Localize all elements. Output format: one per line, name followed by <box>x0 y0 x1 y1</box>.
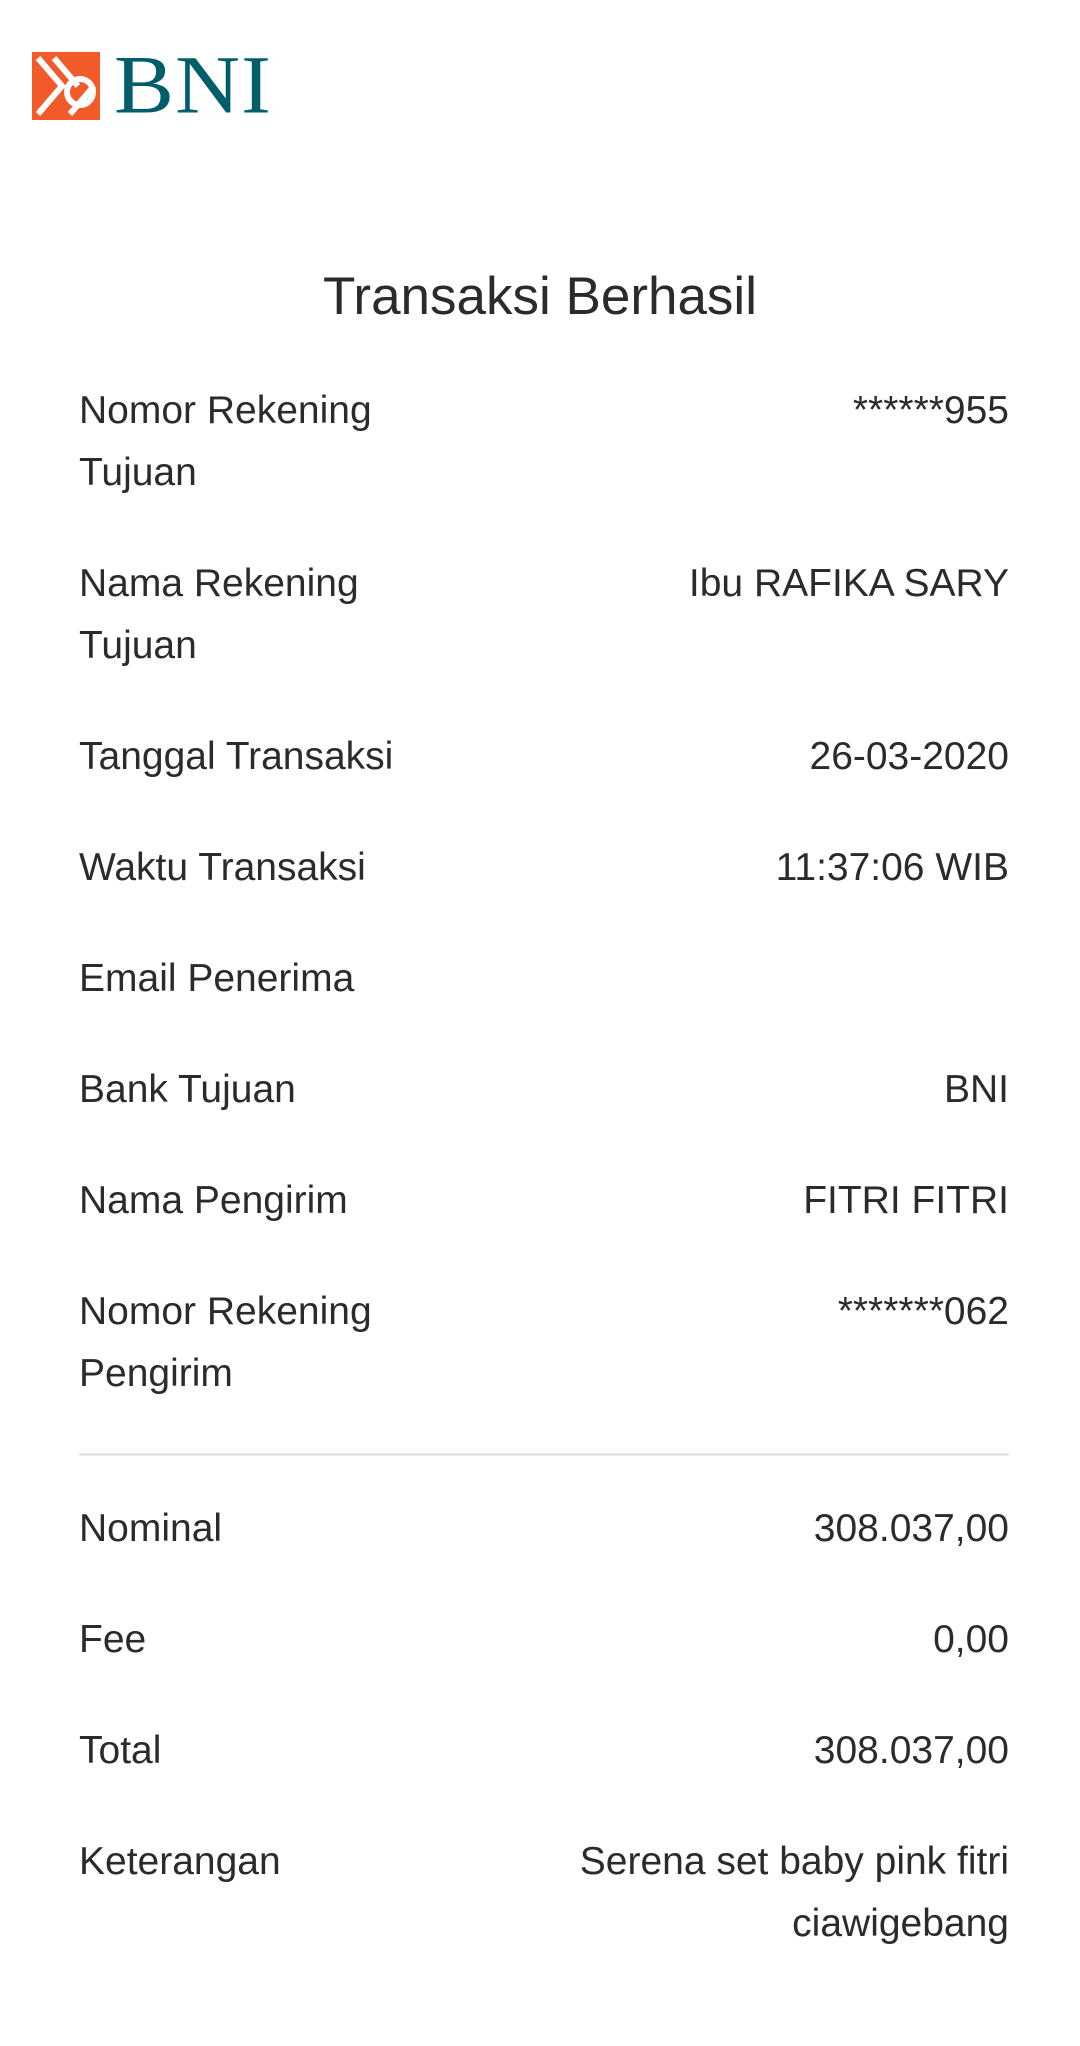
bni-logo-icon <box>32 52 100 120</box>
detail-value: ******955 <box>852 389 1009 432</box>
divider <box>79 1453 1009 1456</box>
detail-row-pengirim: Nama Pengirim FITRI FITRI <box>79 1170 1009 1281</box>
amount-value: 308.037,00 <box>813 1507 1009 1550</box>
transaction-amounts: Nominal 308.037,00 Fee 0,00 Total 308.03… <box>79 1498 1009 1955</box>
amount-value: Serena set baby pink fitri ciawigebang <box>579 1840 1009 1945</box>
detail-label: Waktu Transaksi <box>79 846 366 889</box>
detail-label: Bank Tujuan <box>79 1068 296 1111</box>
detail-row-waktu: Waktu Transaksi 11:37:06 WIB <box>79 837 1009 948</box>
detail-value: 26-03-2020 <box>809 735 1010 778</box>
detail-label: Nama Pengirim <box>79 1179 348 1222</box>
amount-label: Fee <box>79 1618 147 1661</box>
detail-label: Nama Rekening Tujuan <box>79 562 359 667</box>
transaction-details: Nomor Rekening Tujuan ******955 Nama Rek… <box>79 380 1009 1454</box>
detail-value: FITRI FITRI <box>803 1179 1009 1222</box>
header: BNI <box>32 40 272 132</box>
detail-row-nama-tujuan: Nama Rekening Tujuan Ibu RAFIKA SARY <box>79 553 1009 726</box>
amount-value: 308.037,00 <box>813 1729 1009 1772</box>
amount-row-keterangan: Keterangan Serena set baby pink fitri ci… <box>79 1831 1009 1955</box>
detail-label: Tanggal Transaksi <box>79 735 394 778</box>
detail-value: 11:37:06 WIB <box>775 846 1009 889</box>
detail-row-rekening-pengirim: Nomor Rekening Pengirim *******062 <box>79 1281 1009 1454</box>
amount-row-fee: Fee 0,00 <box>79 1609 1009 1720</box>
detail-row-rekening-tujuan: Nomor Rekening Tujuan ******955 <box>79 380 1009 553</box>
detail-value: *******062 <box>837 1290 1009 1333</box>
detail-row-bank: Bank Tujuan BNI <box>79 1059 1009 1170</box>
amount-label: Keterangan <box>79 1840 281 1883</box>
detail-label: Nomor Rekening Tujuan <box>79 389 372 494</box>
detail-row-tanggal: Tanggal Transaksi 26-03-2020 <box>79 726 1009 837</box>
brand-logo-text: BNI <box>114 40 272 132</box>
detail-row-email: Email Penerima <box>79 948 1009 1059</box>
detail-label: Nomor Rekening Pengirim <box>79 1290 372 1395</box>
amount-row-total: Total 308.037,00 <box>79 1720 1009 1831</box>
page-title: Transaksi Berhasil <box>323 267 757 326</box>
amount-value: 0,00 <box>933 1618 1009 1661</box>
detail-value: BNI <box>943 1068 1009 1111</box>
amount-label: Total <box>79 1729 162 1772</box>
detail-label: Email Penerima <box>79 957 355 1000</box>
amount-label: Nominal <box>79 1507 223 1550</box>
amount-row-nominal: Nominal 308.037,00 <box>79 1498 1009 1609</box>
detail-value: Ibu RAFIKA SARY <box>688 562 1009 605</box>
